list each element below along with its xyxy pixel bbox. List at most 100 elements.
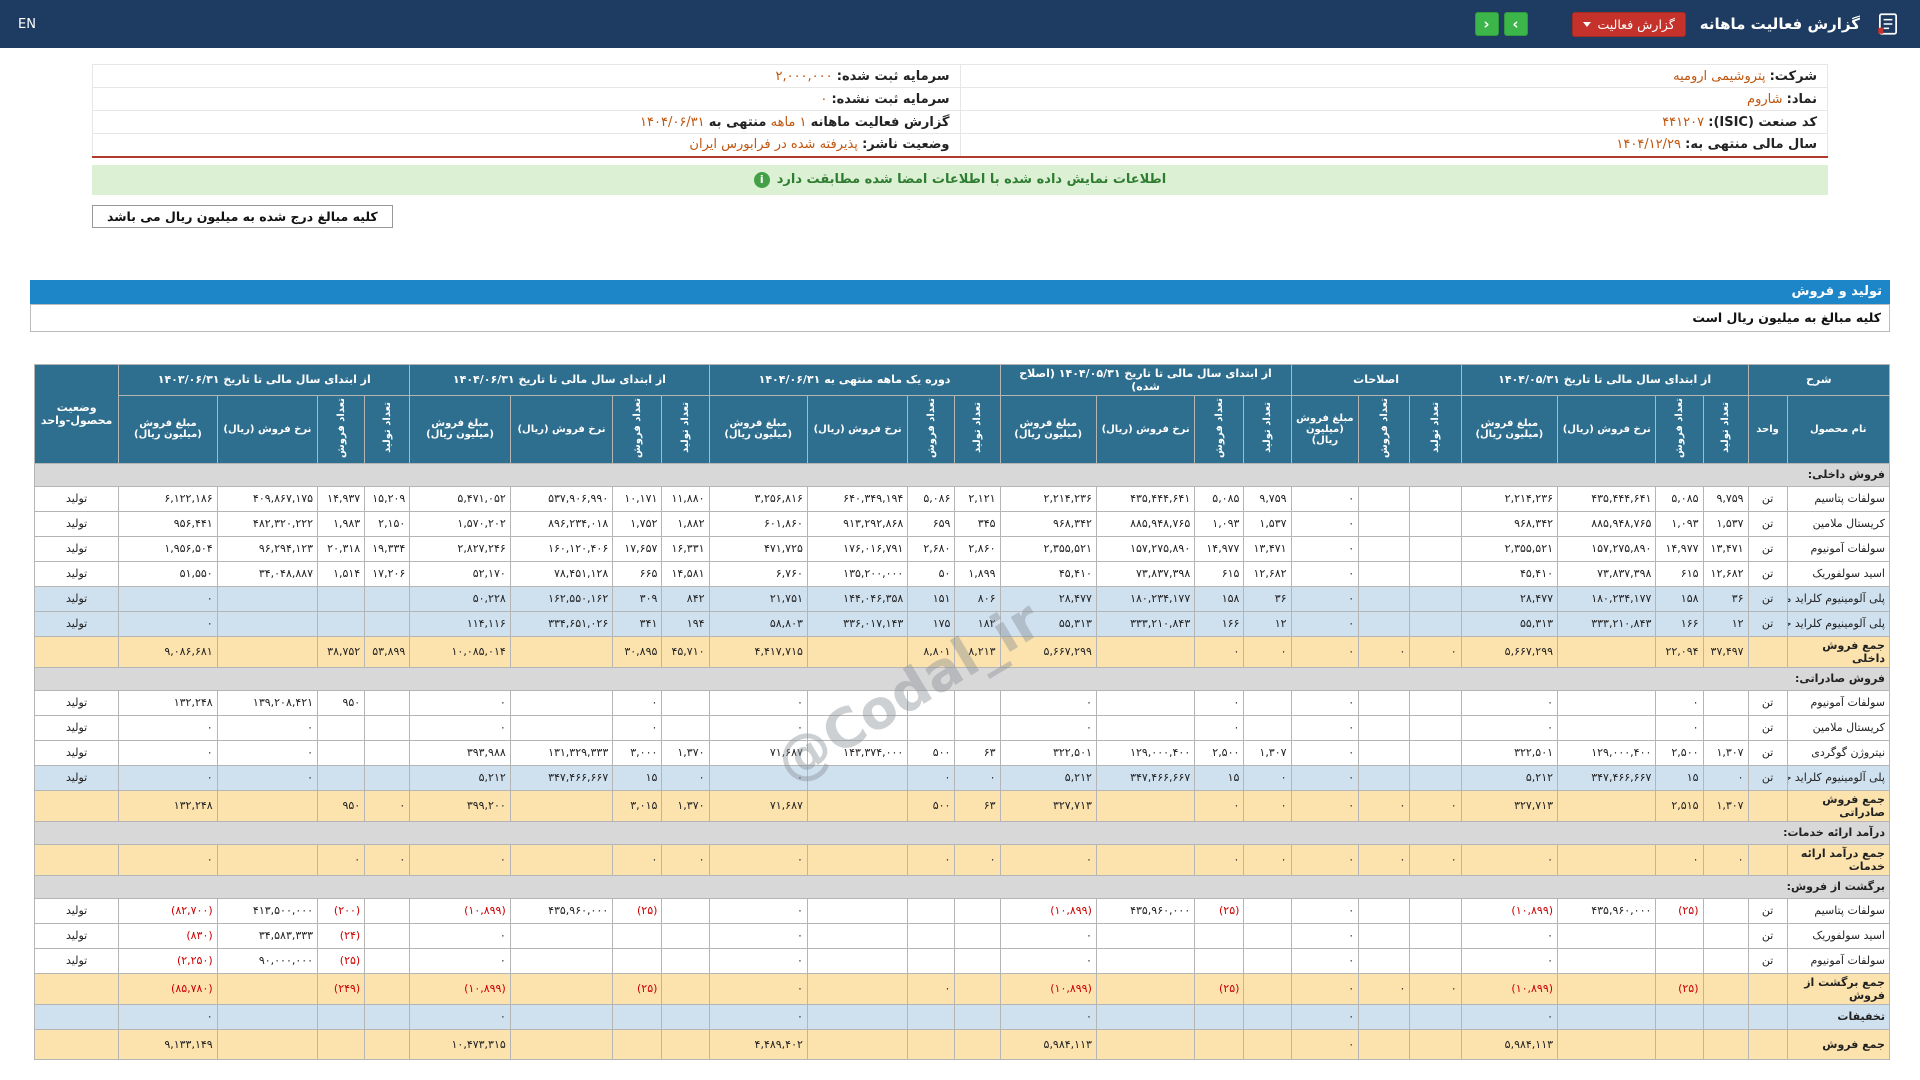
value-cell: ۱۷,۲۰۶ (364, 560, 411, 587)
column-header: واحد (1747, 394, 1788, 464)
value-cell: ۵,۰۸۵ (1194, 485, 1245, 512)
value-cell (1702, 972, 1749, 1005)
value-cell (1243, 1028, 1292, 1060)
report-document-icon[interactable] (1874, 10, 1902, 38)
unit-cell: تن (1747, 510, 1788, 537)
symbol-value: شاروم (1747, 91, 1783, 107)
value-cell: ۱,۸۸۲ (661, 510, 710, 537)
value-cell (954, 689, 1001, 716)
value-cell (1557, 972, 1657, 1005)
next-report-button[interactable]: › (1503, 12, 1528, 36)
value-cell (364, 972, 411, 1005)
value-cell: ۳۸,۷۵۲ (317, 635, 366, 668)
value-cell (1243, 714, 1292, 741)
value-cell: ۱,۳۷۰ (661, 789, 710, 822)
table-row: جمع درآمد ارائه خدمات ۰ ۰ ۰ ۰ ۰ ۰ ۰ ۰ ۰ ۰ ۰ ۰ ۰ ۰ ۰ ۰ ۰ ۰ (33, 843, 1891, 876)
value-cell: ۰ (118, 714, 218, 741)
publisher-status-cell: وضعیت ناشر: پذیرفته شده در فرابورس ایران (92, 133, 961, 157)
value-cell (1095, 1028, 1196, 1060)
value-cell (364, 739, 411, 766)
table-row: کریستال ملامین تن ۱,۵۳۷ ۱,۰۹۳ ۸۸۵,۹۴۸,۷۶۵ ۹۶۸… (33, 510, 1891, 537)
product-name-cell: تخفیفات (1786, 1003, 1891, 1030)
language-toggle[interactable]: EN (18, 17, 36, 32)
column-header: تعداد فروش (317, 394, 366, 464)
value-cell (1557, 714, 1657, 741)
value-cell: ۰ (612, 714, 663, 741)
value-cell: ۱۲ (1702, 610, 1749, 637)
value-cell: ۰ (364, 789, 411, 822)
value-cell (661, 1028, 710, 1060)
registered-capital-value: ۲,۰۰۰,۰۰۰ (775, 68, 833, 84)
status-cell: تولید (33, 585, 120, 612)
value-cell: ۱۹۴ (661, 610, 710, 637)
value-cell: ۱,۳۷۰ (661, 739, 710, 766)
value-cell: ۳۶ (1702, 585, 1749, 612)
value-cell: ۰ (1358, 789, 1411, 822)
value-cell (1702, 1003, 1749, 1030)
value-cell: ۰ (118, 610, 218, 637)
value-cell: ۱۸۰,۲۳۴,۱۷۷ (1557, 585, 1657, 612)
unit-cell: تن (1747, 739, 1788, 766)
value-cell: ۲,۱۲۱ (954, 485, 1001, 512)
value-cell: ۹,۰۸۶,۶۸۱ (118, 635, 218, 668)
value-cell: ۰ (1460, 714, 1559, 741)
status-cell: تولید (33, 610, 120, 637)
value-cell (1409, 510, 1462, 537)
unit-cell: تن (1747, 689, 1788, 716)
value-cell: ۰ (1702, 764, 1749, 791)
column-header: تعداد فروش (612, 394, 663, 464)
table-row: سولفات آمونیوم تن ۱۳,۴۷۱ ۱۴,۹۷۷ ۱۵۷,۲۷۵,۸۹۰ ۲… (33, 535, 1891, 562)
unit-cell (1747, 635, 1788, 668)
table-row: درآمد ارائه خدمات: (34, 820, 1890, 845)
value-cell (954, 1003, 1001, 1030)
value-cell: ۰ (1194, 635, 1245, 668)
value-cell: ۵۰۰ (907, 789, 956, 822)
value-cell (806, 714, 909, 741)
table-row: فروش صادراتی: (34, 666, 1890, 691)
value-cell: ۰ (999, 947, 1097, 974)
prev-report-button[interactable]: ‹ (1474, 12, 1499, 36)
value-cell: ۳,۰۰۰ (612, 739, 663, 766)
value-cell: ۰ (1243, 789, 1292, 822)
product-name-cell: جمع فروش (1786, 1028, 1891, 1060)
value-cell: ۸۸۵,۹۴۸,۷۶۵ (1095, 510, 1196, 537)
column-header: تعداد فروش (907, 394, 956, 464)
value-cell (1409, 1028, 1462, 1060)
value-cell (1243, 972, 1292, 1005)
product-name-cell: جمع فروش داخلی (1786, 635, 1891, 668)
column-header: نرخ فروش (ریال) (1095, 394, 1196, 464)
value-cell: ۳۴۱ (612, 610, 663, 637)
value-cell: ۸۹۶,۲۳۴,۰۱۸ (509, 510, 614, 537)
value-cell: ۵,۰۸۵ (1655, 485, 1704, 512)
value-cell: ۰ (1290, 635, 1360, 668)
value-cell: ۱۵ (612, 764, 663, 791)
value-cell: ۵,۴۷۱,۰۵۲ (409, 485, 511, 512)
value-cell: ۰ (1655, 714, 1704, 741)
unit-cell (1747, 789, 1788, 822)
value-cell: ۰ (1194, 843, 1245, 876)
value-cell: ۰ (1460, 922, 1559, 949)
value-cell (1194, 1028, 1245, 1060)
column-header: مبلغ فروش (میلیون ریال) (1460, 394, 1559, 464)
report-type-dropdown[interactable]: گزارش فعالیت (1571, 11, 1686, 37)
value-cell (1655, 1028, 1704, 1060)
value-cell: (۲۵) (317, 947, 366, 974)
section-label-cell: برگشت از فروش: (34, 874, 1890, 899)
value-cell: ۰ (1409, 789, 1462, 822)
value-cell: ۳۴۷,۴۶۶,۶۶۷ (1095, 764, 1196, 791)
column-header: تعداد تولید (661, 394, 710, 464)
column-header: تعداد فروش (1194, 394, 1245, 464)
value-cell: ۹۶,۲۹۴,۱۲۳ (216, 535, 319, 562)
value-cell: ۱,۰۹۳ (1655, 510, 1704, 537)
column-header: مبلغ فروش (میلیون ریال) (409, 394, 511, 464)
value-cell (1409, 610, 1462, 637)
unit-cell: تن (1747, 585, 1788, 612)
value-cell: ۰ (1290, 947, 1360, 974)
value-cell (1194, 922, 1245, 949)
isic-cell: کد صنعت (ISIC): ۴۴۱۲۰۷ (959, 110, 1828, 134)
value-cell: ۰ (708, 947, 808, 974)
status-cell: تولید (33, 739, 120, 766)
value-cell: ۰ (999, 689, 1097, 716)
value-cell: ۰ (1358, 843, 1411, 876)
value-cell: ۵,۲۱۲ (409, 764, 511, 791)
